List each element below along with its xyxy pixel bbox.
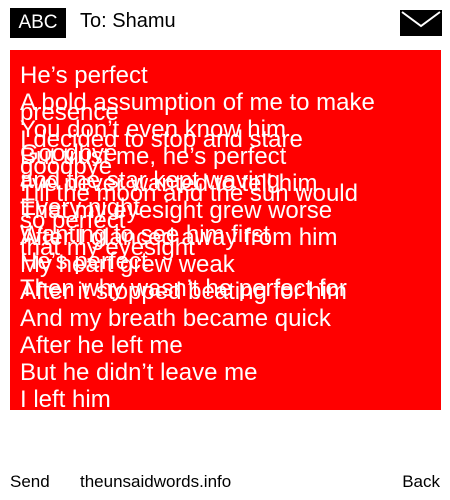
input-mode-badge[interactable]: ABC — [10, 8, 66, 38]
message-text-overlap-b: Goodbye and the star kept waving Every n… — [20, 140, 441, 302]
message-line: Every night — [20, 194, 141, 221]
message-line: and the star kept waving — [20, 167, 281, 194]
message-line: And my breath became quick — [20, 305, 331, 332]
message-line: Wanting to see him first — [20, 221, 270, 248]
back-button[interactable]: Back — [402, 472, 440, 492]
header: ABC To: Shamu — [0, 0, 450, 44]
message-line: presence — [20, 99, 119, 126]
footer-softkeys: Send theunsaidwords.info Back — [0, 472, 450, 496]
message-line: But he didn’t leave me — [20, 359, 258, 386]
message-body: He’s perfect A bold assumption of me to … — [10, 50, 441, 410]
envelope-icon[interactable] — [400, 10, 442, 36]
message-line: He’s perfect — [20, 248, 148, 275]
send-button[interactable]: Send — [10, 472, 50, 492]
message-line: He’s perfect — [20, 62, 148, 89]
message-line: After he left me — [20, 332, 183, 359]
message-line: I left him — [20, 386, 111, 410]
site-link[interactable]: theunsaidwords.info — [80, 472, 231, 492]
message-line: Then why wasn’t he perfect for — [20, 275, 347, 302]
recipient-line: To: Shamu — [80, 10, 176, 32]
message-line: Goodbye — [20, 140, 118, 167]
